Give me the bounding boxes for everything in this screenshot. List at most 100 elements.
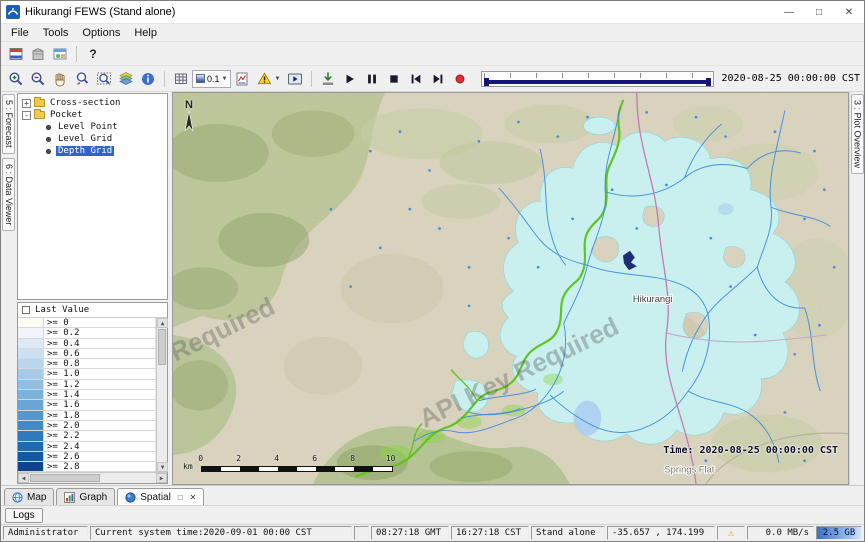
status-user: Administrator [3, 526, 88, 540]
area-label: Springs Flat [664, 464, 714, 474]
status-mode: Stand alone [531, 526, 605, 540]
skip-to-end-icon[interactable] [427, 69, 449, 89]
toolbar-separator [76, 46, 77, 62]
maximize-button[interactable]: □ [804, 1, 834, 23]
menu-options[interactable]: Options [75, 26, 127, 40]
timeline-slider[interactable] [481, 71, 713, 87]
tree-item-cross-section[interactable]: + Cross-section [18, 97, 167, 109]
zoom-in-icon[interactable] [5, 69, 27, 89]
thresholds-dropdown[interactable]: ▼ [253, 70, 284, 88]
pane-restore-icon[interactable]: □ [178, 493, 183, 502]
menu-tools[interactable]: Tools [36, 26, 76, 40]
tree-item-depth-grid[interactable]: Depth Grid [18, 145, 167, 157]
pan-hand-icon[interactable] [49, 69, 71, 89]
record-icon[interactable] [449, 69, 471, 89]
map-time-overlay: Time: 2020-08-25 00:00:00 CST [663, 445, 838, 456]
profile-document-icon[interactable] [231, 69, 253, 89]
contour-interval-value: 0.1 [207, 74, 220, 84]
warning-icon: ⚠ [728, 528, 734, 539]
skip-to-start-icon[interactable] [405, 69, 427, 89]
app-logo-icon [6, 5, 20, 19]
dock-tab-data-viewer[interactable]: 6 : Data Viewer [2, 158, 15, 231]
timeline-end-handle[interactable] [706, 78, 711, 86]
scroll-thumb[interactable] [158, 329, 166, 365]
tree-item-level-point[interactable]: Level Point [18, 121, 167, 133]
color-swatch [18, 369, 44, 378]
contour-gradient-icon [196, 74, 205, 83]
color-swatch [18, 411, 44, 420]
last-value-checkbox[interactable] [22, 306, 30, 314]
zoom-out-icon[interactable] [27, 69, 49, 89]
scale-bar [201, 466, 393, 472]
main-content: 5 : Forecast 6 : Data Viewer + Cross-sec… [1, 92, 864, 485]
legend-horizontal-scrollbar[interactable]: ◀ ▶ [18, 472, 167, 483]
tab-map[interactable]: Map [4, 488, 54, 505]
color-swatch [18, 359, 44, 368]
export-download-icon[interactable] [317, 69, 339, 89]
legend-row: >= 2.0 [18, 421, 156, 431]
grid-icon[interactable] [170, 69, 192, 89]
help-icon[interactable]: ? [82, 44, 104, 64]
tree-item-pocket[interactable]: - Pocket [18, 109, 167, 121]
right-dock-strip: 3 : Plot Overview [849, 92, 864, 485]
north-arrow: N [183, 99, 195, 138]
stop-icon[interactable] [383, 69, 405, 89]
color-swatch [18, 462, 44, 471]
menu-help[interactable]: Help [127, 26, 164, 40]
menu-file[interactable]: File [4, 26, 36, 40]
legend-panel: Last Value >= 0 >= 0.2 >= 0.4 >= 0.6 >= … [17, 302, 168, 484]
legend-row: >= 0.4 [18, 339, 156, 349]
play-icon[interactable] [339, 69, 361, 89]
color-swatch [18, 339, 44, 348]
zoom-previous-icon[interactable] [71, 69, 93, 89]
dock-tab-plot-overview[interactable]: 3 : Plot Overview [851, 94, 864, 174]
spatial-sphere-icon [125, 492, 136, 503]
scroll-down-icon[interactable]: ▼ [157, 462, 168, 472]
pause-icon[interactable] [361, 69, 383, 89]
left-panel: + Cross-section - Pocket Level Point Lev… [16, 92, 169, 485]
minimize-button[interactable]: — [774, 1, 804, 23]
layers-icon[interactable] [115, 69, 137, 89]
zoom-extent-icon[interactable] [93, 69, 115, 89]
titlebar: Hikurangi FEWS (Stand alone) — □ ✕ [1, 1, 864, 23]
globe-icon [12, 492, 23, 503]
tree-item-level-grid[interactable]: Level Grid [18, 133, 167, 145]
animation-icon[interactable] [284, 69, 306, 89]
archive-icon[interactable] [27, 44, 49, 64]
collapse-icon[interactable]: - [22, 111, 31, 120]
legend-row: >= 2.8 [18, 462, 156, 472]
info-icon[interactable] [137, 69, 159, 89]
color-swatch [18, 452, 44, 461]
map-viewport[interactable]: Hikurangi Springs Flat N API Key Require… [172, 92, 849, 485]
window-controls: — □ ✕ [774, 1, 864, 23]
status-memory[interactable]: 2.5 GB [816, 526, 862, 540]
legend-row: >= 1.8 [18, 411, 156, 421]
database-icon[interactable] [5, 44, 27, 64]
status-warning[interactable]: ⚠ [717, 526, 745, 540]
scroll-up-icon[interactable]: ▲ [157, 318, 168, 328]
logs-button[interactable]: Logs [5, 508, 43, 523]
legend-list: >= 0 >= 0.2 >= 0.4 >= 0.6 >= 0.8 >= 1.0 … [18, 318, 156, 472]
legend-row: >= 1.4 [18, 390, 156, 400]
pane-close-icon[interactable]: ✕ [190, 493, 197, 502]
timeline-start-handle[interactable] [484, 78, 489, 86]
scroll-left-icon[interactable]: ◀ [18, 473, 29, 483]
scale-tick: 10 [386, 454, 396, 463]
map-scalebar: km 0 2 4 6 8 10 [183, 454, 393, 472]
dock-tab-forecast[interactable]: 5 : Forecast [2, 94, 15, 154]
tab-graph[interactable]: Graph [56, 488, 115, 505]
tab-spatial[interactable]: Spatial □ ✕ [117, 488, 204, 505]
legend-row: >= 0.2 [18, 328, 156, 338]
statusbar: Administrator Current system time:2020-0… [1, 524, 864, 541]
scroll-thumb[interactable] [30, 474, 100, 482]
legend-row: >= 1.0 [18, 369, 156, 379]
close-button[interactable]: ✕ [834, 1, 864, 23]
scroll-right-icon[interactable]: ▶ [156, 473, 167, 483]
timeline-bar [484, 80, 710, 84]
explorer-icon[interactable] [49, 44, 71, 64]
legend-vertical-scrollbar[interactable]: ▲ ▼ [156, 318, 167, 472]
status-local-time: 16:27:18 CST [451, 526, 529, 540]
expand-icon[interactable]: + [22, 99, 31, 108]
color-swatch [18, 431, 44, 440]
contour-interval-dropdown[interactable]: 0.1 ▼ [192, 70, 231, 88]
